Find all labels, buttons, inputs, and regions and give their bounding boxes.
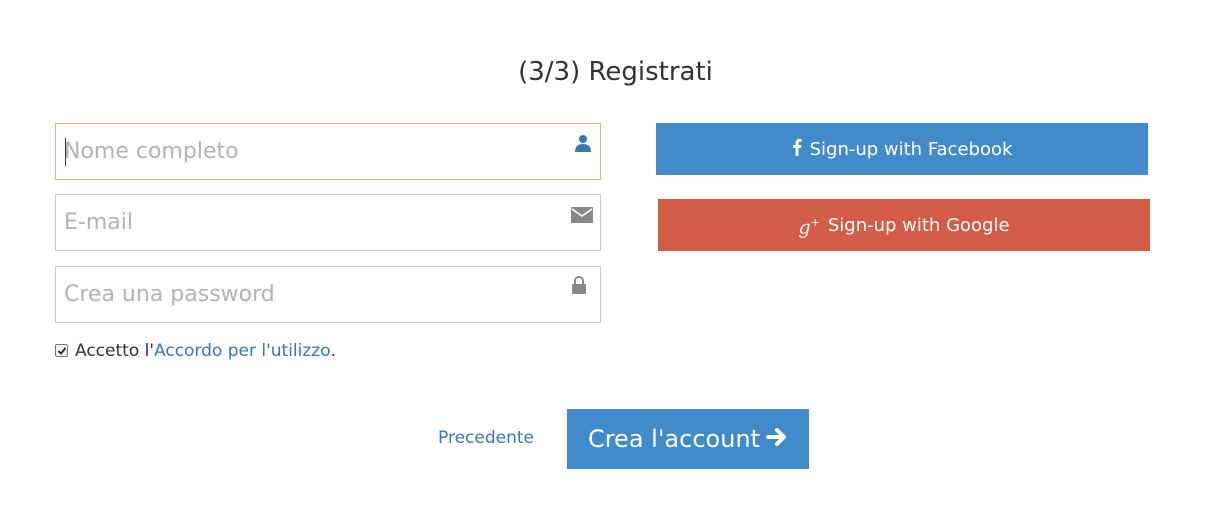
password-input[interactable]	[56, 267, 600, 322]
fullname-input[interactable]	[56, 124, 600, 179]
user-icon	[574, 134, 594, 154]
email-field-container	[55, 194, 601, 251]
signup-page: (3/3) Registrati Nome completo E-mail Ac…	[0, 0, 1227, 526]
facebook-signup-button[interactable]: Sign-up with Facebook	[656, 123, 1148, 175]
email-input[interactable]	[56, 195, 600, 250]
agreement-suffix: .	[330, 341, 337, 361]
facebook-signup-label: Sign-up with Facebook	[809, 138, 1013, 160]
agreement-prefix: Accetto l'	[75, 341, 155, 361]
fullname-field-container	[55, 123, 601, 180]
google-signup-label: Sign-up with Google	[827, 214, 1010, 236]
password-field-container	[55, 266, 601, 323]
lock-icon	[572, 275, 592, 296]
agreement-checkbox[interactable]	[55, 343, 68, 357]
arrow-right-icon	[766, 425, 788, 453]
google-signup-button[interactable]: g+ Sign-up with Google	[658, 199, 1150, 251]
text-cursor	[65, 138, 66, 166]
agreement-row: Accetto l' Accordo per l'utilizzo .	[55, 340, 336, 362]
google-plus-icon: g+	[798, 215, 820, 239]
page-title: (3/3) Registrati	[518, 57, 713, 87]
create-account-button[interactable]: Crea l'account	[567, 409, 809, 469]
previous-link[interactable]: Precedente	[438, 427, 534, 449]
agreement-link[interactable]: Accordo per l'utilizzo	[154, 341, 331, 361]
envelope-icon	[571, 207, 593, 227]
facebook-icon	[792, 138, 802, 161]
create-account-label: Crea l'account	[587, 425, 761, 453]
